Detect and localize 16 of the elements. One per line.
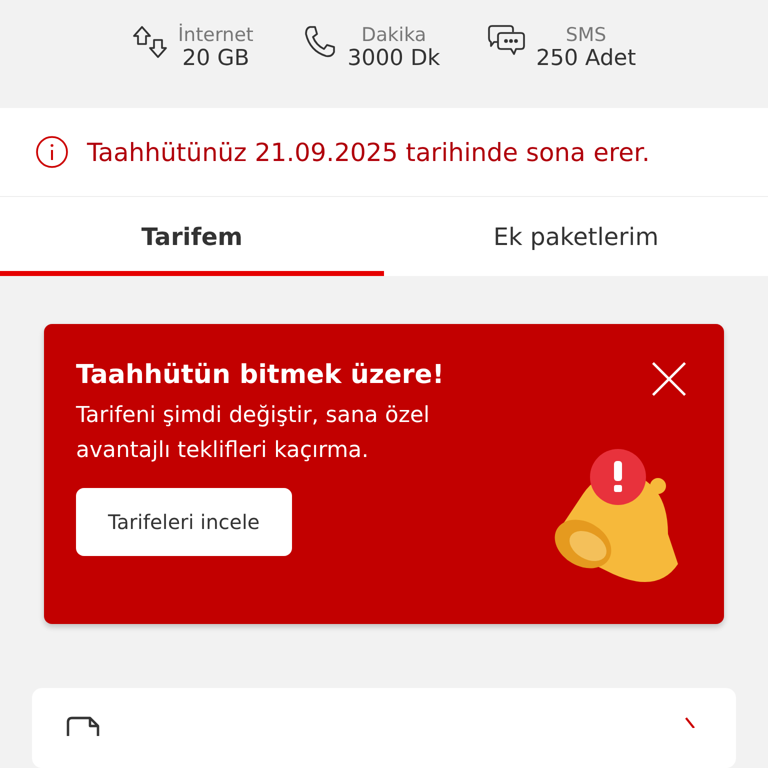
banner-title: Taahhütün bitmek üzere! — [76, 360, 446, 390]
close-button[interactable] — [650, 360, 688, 398]
chevron-icon — [684, 716, 698, 728]
usage-label: SMS — [566, 24, 606, 46]
data-transfer-icon — [132, 24, 168, 60]
chat-bubbles-icon — [488, 24, 526, 58]
usage-value: 250 Adet — [536, 46, 636, 71]
usage-label: Dakika — [361, 24, 426, 46]
banner-text: Tarifeni şimdi değiştir, sana özel avantajlı teklifleri kaçırma. — [76, 402, 431, 466]
view-plans-button[interactable]: Tarifeleri incele — [76, 488, 292, 556]
usage-label: İnternet — [178, 24, 254, 46]
info-icon — [35, 135, 69, 170]
document-icon — [66, 716, 100, 736]
usage-value: 3000 Dk — [348, 46, 440, 71]
notice-text: Taahhütünüz 21.09.2025 tarihinde sona erer. — [87, 138, 650, 167]
usage-value: 20 GB — [182, 46, 250, 71]
